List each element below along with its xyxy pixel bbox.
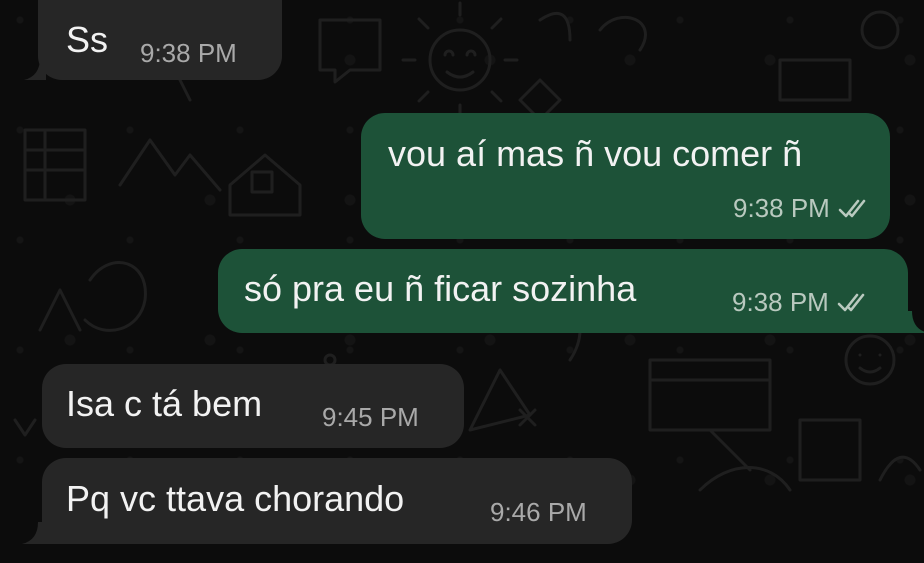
chat-window: Ss 9:38 PM vou aí mas ñ vou comer ñ 9:38… — [0, 0, 924, 563]
message-time: 9:38 PM — [732, 289, 871, 315]
message-text: Isa c tá bem — [66, 383, 263, 424]
message-bubble-incoming[interactable]: Isa c tá bem 9:45 PM — [42, 364, 464, 448]
message-bubble-incoming[interactable]: Ss 9:38 PM — [38, 0, 282, 80]
message-time: 9:38 PM — [140, 40, 237, 66]
double-check-icon — [837, 292, 871, 312]
message-time: 9:38 PM — [733, 195, 872, 221]
double-check-icon — [838, 198, 872, 218]
timestamp: 9:45 PM — [322, 402, 419, 432]
timestamp: 9:38 PM — [733, 193, 830, 223]
message-bubble-outgoing[interactable]: vou aí mas ñ vou comer ñ 9:38 PM — [361, 113, 890, 239]
bubble-tail-incoming — [22, 522, 44, 544]
message-text: só pra eu ñ ficar sozinha — [244, 268, 637, 309]
bubble-tail-outgoing — [906, 311, 924, 333]
message-text: Ss — [66, 19, 109, 60]
timestamp: 9:38 PM — [732, 287, 829, 317]
message-text: Pq vc ttava chorando — [66, 478, 405, 519]
message-time: 9:46 PM — [490, 499, 587, 525]
timestamp: 9:38 PM — [140, 38, 237, 68]
message-bubble-outgoing[interactable]: só pra eu ñ ficar sozinha 9:38 PM — [218, 249, 908, 333]
timestamp: 9:46 PM — [490, 497, 587, 527]
message-time: 9:45 PM — [322, 404, 419, 430]
bubble-tail-incoming — [24, 58, 46, 80]
message-text: vou aí mas ñ vou comer ñ — [388, 133, 803, 174]
message-bubble-incoming[interactable]: Pq vc ttava chorando 9:46 PM — [42, 458, 632, 544]
